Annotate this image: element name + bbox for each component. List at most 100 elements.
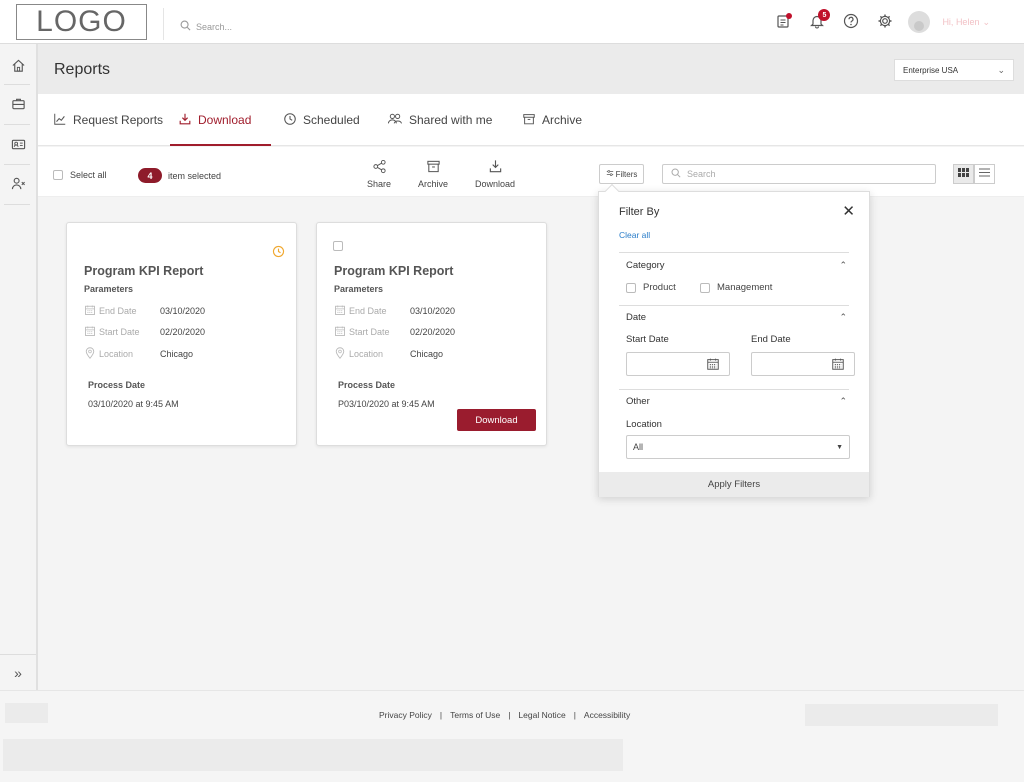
calendar-icon[interactable] — [831, 357, 845, 374]
nav-briefcase[interactable] — [0, 86, 36, 124]
caret-down-icon: ▼ — [836, 443, 843, 451]
category-section-header[interactable]: Category — [626, 260, 665, 271]
nav-user-remove[interactable] — [0, 166, 36, 204]
users-icon — [387, 112, 403, 129]
param-label: Location — [349, 349, 384, 359]
clear-all-link[interactable]: Clear all — [619, 230, 650, 240]
double-chevron-right-icon: » — [14, 664, 22, 681]
close-icon[interactable]: ✕ — [842, 202, 855, 220]
settings-button[interactable] — [874, 11, 896, 33]
tab-label: Request Reports — [73, 113, 164, 127]
start-date-input[interactable] — [626, 352, 730, 376]
archive-button[interactable]: Archive — [418, 159, 448, 189]
clock-icon — [283, 112, 297, 129]
product-checkbox[interactable] — [626, 282, 636, 293]
organization-value: Enterprise USA — [903, 65, 959, 75]
download-button[interactable]: Download — [475, 159, 515, 189]
terms-of-use-link[interactable]: Terms of Use — [450, 710, 500, 720]
list-view-button[interactable] — [974, 164, 995, 184]
select-all-label: Select all — [70, 170, 107, 180]
global-search[interactable]: Search... — [180, 20, 232, 33]
management-checkbox[interactable] — [700, 282, 710, 293]
share-label: Share — [367, 179, 392, 189]
filters-button[interactable]: Filters — [599, 164, 644, 184]
start-date-label: Start Date — [626, 334, 669, 345]
report-card[interactable]: Program KPI Report Parameters End Date 0… — [316, 222, 547, 446]
param-value: Chicago — [410, 349, 444, 359]
filter-sliders-icon — [606, 169, 614, 179]
tab-download[interactable]: Download — [169, 94, 272, 146]
select-all[interactable]: Select all — [53, 170, 107, 180]
report-search-input[interactable]: Search — [662, 164, 936, 184]
download-icon — [488, 159, 503, 176]
chevron-down-icon: ⌄ — [997, 64, 1005, 75]
chevron-up-icon[interactable]: ⌃ — [839, 260, 847, 271]
tab-shared-with-me[interactable]: Shared with me — [387, 94, 492, 146]
organization-select[interactable]: Enterprise USA ⌄ — [894, 59, 1014, 81]
report-title: Program KPI Report — [84, 264, 204, 278]
param-label: Start Date — [99, 327, 140, 337]
filter-divider — [619, 305, 849, 306]
param-label: End Date — [349, 306, 387, 316]
category-option-management[interactable]: Management — [700, 282, 772, 293]
tab-request-reports[interactable]: Request Reports — [53, 94, 163, 146]
end-date-input[interactable] — [751, 352, 855, 376]
nav-home[interactable] — [0, 48, 36, 86]
selected-count-label: item selected — [168, 170, 222, 181]
tab-scheduled[interactable]: Scheduled — [283, 94, 360, 146]
footer: Privacy Policy | Terms of Use | Legal No… — [0, 690, 1024, 782]
briefcase-icon — [11, 96, 26, 114]
tasks-badge-dot — [786, 13, 793, 19]
apply-filters-button[interactable]: Apply Filters — [599, 472, 869, 497]
privacy-policy-link[interactable]: Privacy Policy — [379, 710, 432, 720]
date-section-header[interactable]: Date — [626, 312, 646, 323]
nav-divider — [4, 84, 30, 85]
avatar[interactable] — [908, 11, 931, 33]
category-option-product[interactable]: Product — [626, 282, 676, 293]
card-download-button[interactable]: Download — [457, 409, 536, 431]
location-select-value: All — [633, 442, 644, 452]
left-nav-rail: » — [0, 44, 38, 690]
param-value: 03/10/2020 — [410, 306, 456, 316]
share-button[interactable]: Share — [367, 159, 391, 189]
selected-count-badge: 4 — [138, 168, 162, 183]
accessibility-link[interactable]: Accessibility — [584, 710, 630, 720]
filter-panel: Filter By ✕ Clear all Category ⌃ Product… — [598, 183, 870, 497]
logo[interactable]: LOGO — [16, 4, 147, 40]
search-icon — [180, 20, 191, 33]
legal-notice-link[interactable]: Legal Notice — [518, 710, 565, 720]
calendar-icon — [334, 325, 346, 339]
user-menu[interactable]: Hi, Helen ⌄ — [942, 17, 990, 28]
tab-archive[interactable]: Archive — [522, 94, 582, 146]
download-label: Download — [475, 179, 516, 189]
parameters-heading: Parameters — [334, 284, 384, 294]
header-divider — [163, 8, 164, 40]
top-header: LOGO Search... 5 Hi, Helen ⌄ — [0, 0, 1024, 44]
notifications-button[interactable]: 5 — [806, 9, 831, 33]
calendar-icon — [84, 304, 96, 318]
expand-nav-button[interactable]: » — [0, 654, 36, 690]
other-section-header[interactable]: Other — [626, 396, 650, 407]
report-tabs: Request Reports Download Scheduled Share… — [38, 94, 1024, 146]
help-icon — [843, 13, 859, 32]
card-select-checkbox[interactable] — [333, 241, 343, 251]
notification-count-badge: 5 — [818, 9, 831, 21]
nav-id-card[interactable] — [0, 127, 36, 165]
select-all-checkbox[interactable] — [53, 170, 63, 180]
help-button[interactable] — [840, 11, 862, 33]
param-label: End Date — [99, 306, 137, 316]
location-select[interactable]: All ▼ — [626, 435, 850, 459]
filters-label: Filters — [615, 169, 638, 179]
calendar-icon[interactable] — [706, 357, 720, 374]
report-card[interactable]: Program KPI Report Parameters End Date 0… — [66, 222, 297, 446]
grid-view-button[interactable] — [953, 164, 974, 184]
archive-icon — [522, 112, 536, 129]
footer-links: Privacy Policy | Terms of Use | Legal No… — [379, 710, 630, 720]
tasks-button[interactable] — [772, 11, 794, 33]
calendar-icon — [334, 304, 346, 318]
home-icon — [11, 58, 26, 76]
chevron-up-icon[interactable]: ⌃ — [839, 312, 847, 323]
chevron-up-icon[interactable]: ⌃ — [839, 396, 847, 407]
end-date-label: End Date — [751, 334, 791, 345]
nav-divider — [4, 164, 30, 165]
